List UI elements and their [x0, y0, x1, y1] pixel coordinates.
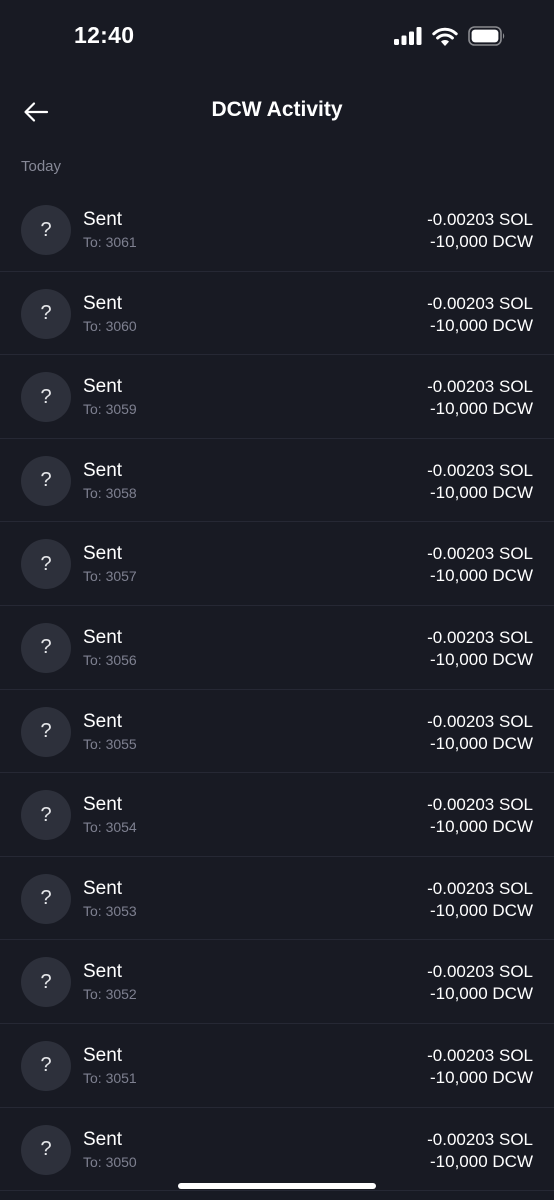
activity-title: Sent	[83, 1128, 123, 1150]
activity-amounts: -0.00203 SOL -10,000 DCW	[427, 376, 533, 420]
activity-amounts: -0.00203 SOL -10,000 DCW	[427, 209, 533, 253]
sol-amount: -0.00203 SOL	[427, 878, 533, 898]
dcw-amount: -10,000 DCW	[430, 1151, 533, 1171]
dcw-amount: -10,000 DCW	[430, 900, 533, 920]
activity-row[interactable]: ? Sent To: 3057 -0.00203 SOL -10,000 DCW	[0, 522, 554, 606]
activity-recipient: To: 3060	[83, 317, 137, 334]
activity-amounts: -0.00203 SOL -10,000 DCW	[427, 1045, 533, 1089]
activity-amounts: -0.00203 SOL -10,000 DCW	[427, 460, 533, 504]
unknown-token-avatar: ?	[21, 288, 71, 339]
activity-amounts: -0.00203 SOL -10,000 DCW	[427, 1129, 533, 1173]
activity-title: Sent	[83, 961, 123, 983]
wifi-icon	[432, 27, 458, 46]
sol-amount: -0.00203 SOL	[427, 210, 533, 229]
unknown-token-avatar: ?	[21, 205, 71, 255]
activity-list: ? Sent To: 3061 -0.00203 SOL -10,000 DCW…	[0, 188, 554, 1192]
page-title: DCW Activity	[211, 98, 343, 121]
activity-row[interactable]: ? Sent To: 3055 -0.00203 SOL -10,000 DCW	[0, 690, 554, 774]
unknown-token-avatar: ?	[21, 1124, 71, 1175]
activity-row[interactable]: ? Sent To: 3052 -0.00203 SOL -10,000 DCW	[0, 940, 554, 1024]
status-time: 12:40	[74, 22, 135, 48]
activity-recipient: To: 3061	[83, 234, 137, 250]
sol-amount: -0.00203 SOL	[427, 962, 533, 982]
status-bar: 12:40	[0, 0, 554, 76]
section-label-today: Today	[21, 158, 62, 175]
activity-row[interactable]: ? Sent To: 3060 -0.00203 SOL -10,000 DCW	[0, 272, 554, 356]
activity-recipient: To: 3051	[83, 1069, 137, 1086]
dcw-amount: -10,000 DCW	[430, 482, 533, 502]
activity-amounts: -0.00203 SOL -10,000 DCW	[427, 961, 533, 1005]
activity-recipient: To: 3054	[83, 819, 137, 836]
activity-recipient: To: 3052	[83, 986, 137, 1003]
activity-recipient: To: 3050	[83, 1153, 137, 1170]
activity-title: Sent	[83, 209, 123, 230]
dcw-amount: -10,000 DCW	[430, 733, 533, 753]
activity-recipient: To: 3053	[83, 902, 137, 919]
activity-recipient: To: 3055	[83, 735, 137, 752]
sol-amount: -0.00203 SOL	[427, 795, 533, 815]
sol-amount: -0.00203 SOL	[427, 1045, 533, 1065]
activity-row[interactable]: ? Sent To: 3061 -0.00203 SOL -10,000 DCW	[0, 188, 554, 272]
unknown-token-avatar: ?	[21, 622, 71, 673]
battery-icon	[468, 26, 506, 46]
activity-title: Sent	[83, 376, 123, 398]
dcw-amount: -10,000 DCW	[430, 817, 533, 837]
header: DCW Activity	[0, 84, 554, 140]
home-indicator[interactable]	[178, 1183, 376, 1189]
activity-recipient: To: 3058	[83, 484, 137, 501]
activity-title: Sent	[83, 710, 123, 732]
activity-recipient: To: 3056	[83, 651, 137, 668]
signal-icon	[394, 27, 422, 45]
activity-title: Sent	[83, 877, 123, 899]
sol-amount: -0.00203 SOL	[427, 460, 533, 480]
activity-amounts: -0.00203 SOL -10,000 DCW	[427, 293, 533, 337]
sol-amount: -0.00203 SOL	[427, 627, 533, 647]
unknown-token-avatar: ?	[21, 790, 71, 841]
activity-row[interactable]: ? Sent To: 3056 -0.00203 SOL -10,000 DCW	[0, 606, 554, 690]
unknown-token-avatar: ?	[21, 706, 71, 757]
activity-row[interactable]: ? Sent To: 3058 -0.00203 SOL -10,000 DCW	[0, 439, 554, 523]
unknown-token-avatar: ?	[21, 957, 71, 1008]
unknown-token-avatar: ?	[21, 873, 71, 924]
activity-amounts: -0.00203 SOL -10,000 DCW	[427, 711, 533, 755]
status-icons	[394, 26, 506, 46]
unknown-token-avatar: ?	[21, 455, 71, 506]
sol-amount: -0.00203 SOL	[427, 293, 533, 313]
activity-amounts: -0.00203 SOL -10,000 DCW	[427, 878, 533, 922]
activity-title: Sent	[83, 626, 123, 648]
activity-amounts: -0.00203 SOL -10,000 DCW	[427, 543, 533, 587]
sol-amount: -0.00203 SOL	[427, 711, 533, 731]
activity-recipient: To: 3059	[83, 401, 137, 418]
unknown-token-avatar: ?	[21, 539, 71, 590]
sol-amount: -0.00203 SOL	[427, 544, 533, 564]
dcw-amount: -10,000 DCW	[430, 315, 533, 335]
dcw-amount: -10,000 DCW	[430, 232, 533, 251]
unknown-token-avatar: ?	[21, 372, 71, 423]
activity-row[interactable]: ? Sent To: 3050 -0.00203 SOL -10,000 DCW	[0, 1108, 554, 1192]
activity-row[interactable]: ? Sent To: 3053 -0.00203 SOL -10,000 DCW	[0, 857, 554, 941]
activity-title: Sent	[83, 292, 123, 314]
dcw-amount: -10,000 DCW	[430, 1067, 533, 1087]
activity-title: Sent	[83, 1044, 123, 1066]
sol-amount: -0.00203 SOL	[427, 377, 533, 397]
activity-row[interactable]: ? Sent To: 3051 -0.00203 SOL -10,000 DCW	[0, 1024, 554, 1108]
dcw-amount: -10,000 DCW	[430, 566, 533, 586]
activity-amounts: -0.00203 SOL -10,000 DCW	[427, 794, 533, 838]
dcw-amount: -10,000 DCW	[430, 984, 533, 1004]
activity-title: Sent	[83, 543, 123, 565]
sol-amount: -0.00203 SOL	[427, 1129, 533, 1149]
dcw-amount: -10,000 DCW	[430, 649, 533, 669]
activity-title: Sent	[83, 794, 123, 816]
dcw-amount: -10,000 DCW	[430, 399, 533, 419]
activity-row[interactable]: ? Sent To: 3059 -0.00203 SOL -10,000 DCW	[0, 355, 554, 439]
activity-title: Sent	[83, 459, 123, 481]
activity-amounts: -0.00203 SOL -10,000 DCW	[427, 627, 533, 671]
activity-row[interactable]: ? Sent To: 3054 -0.00203 SOL -10,000 DCW	[0, 773, 554, 857]
activity-recipient: To: 3057	[83, 568, 137, 585]
unknown-token-avatar: ?	[21, 1040, 71, 1091]
